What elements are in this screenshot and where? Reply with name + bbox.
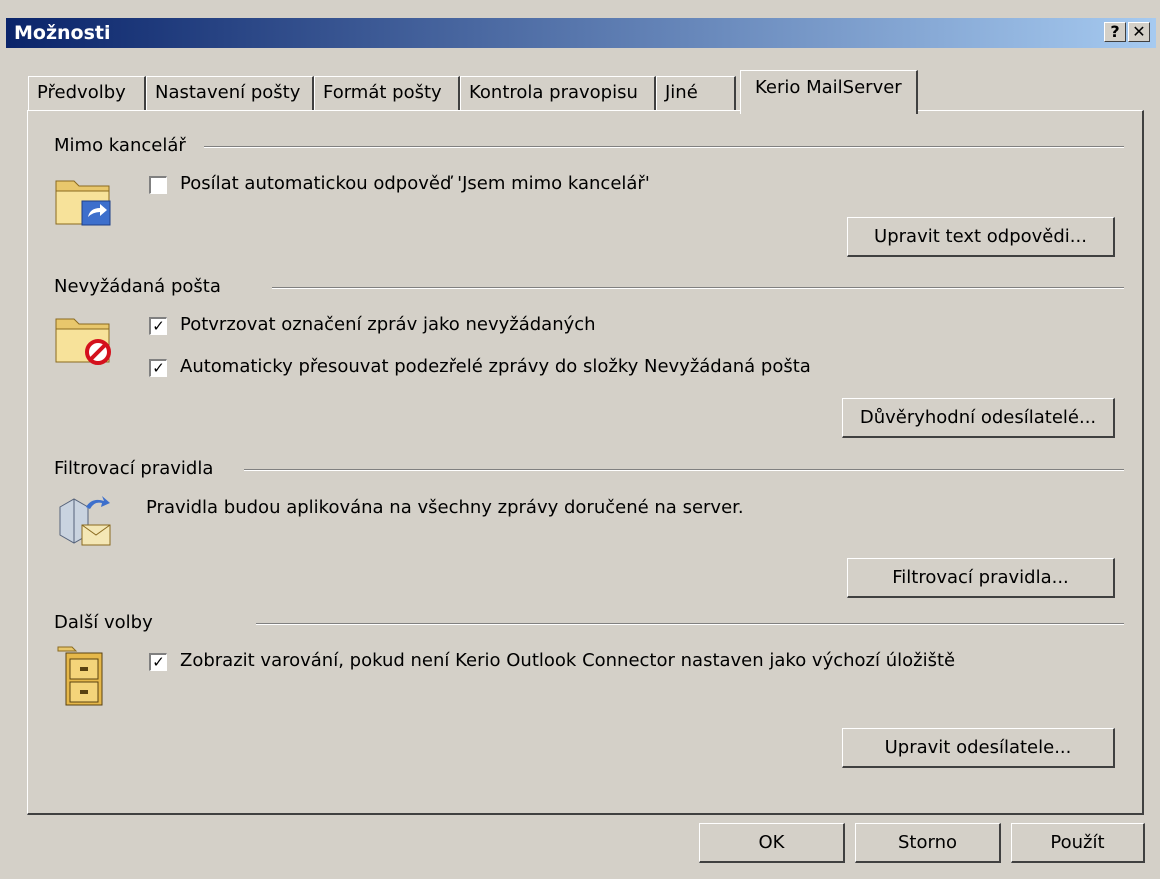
filter-rules-button[interactable]: Filtrovací pravidla... (847, 558, 1115, 598)
title-bar[interactable]: Možnosti ? ✕ (6, 18, 1156, 48)
window-title: Možnosti (14, 22, 111, 44)
help-button[interactable]: ? (1104, 22, 1126, 42)
section-title-out-of-office: Mimo kancelář (54, 135, 186, 156)
show-warning-checkbox[interactable]: ✓ (149, 653, 167, 671)
confirm-junk-label: Potvrzovat označení zpráv jako nevyžádan… (180, 314, 596, 335)
trusted-senders-button[interactable]: Důvěryhodní odesílatelé... (842, 398, 1115, 438)
edit-reply-text-button[interactable]: Upravit text odpovědi... (847, 217, 1115, 257)
section-divider (256, 623, 1124, 625)
tab-predvolby[interactable]: Předvolby (28, 76, 146, 110)
confirm-junk-checkbox[interactable]: ✓ (149, 317, 167, 335)
section-divider (272, 287, 1124, 289)
tab-kerio-mailserver[interactable]: Kerio MailServer (740, 70, 918, 114)
mail-rules-icon (59, 496, 111, 546)
tab-nastaveni-posty[interactable]: Nastavení pošty (146, 76, 314, 110)
ok-button[interactable]: OK (699, 823, 845, 863)
tab-jine[interactable]: Jiné (656, 76, 736, 110)
section-title-filter-rules: Filtrovací pravidla (54, 458, 214, 479)
auto-reply-checkbox[interactable] (149, 176, 167, 194)
cancel-button[interactable]: Storno (855, 823, 1001, 863)
tab-panel: Mimo kancelář Posílat automatickou odpov… (27, 110, 1144, 815)
move-suspicious-label: Automaticky přesouvat podezřelé zprávy d… (180, 356, 811, 377)
edit-senders-button[interactable]: Upravit odesílatele... (842, 728, 1115, 768)
tab-format-posty[interactable]: Formát pošty (314, 76, 460, 110)
section-title-junk-mail: Nevyžádaná pošta (54, 276, 221, 297)
close-button[interactable]: ✕ (1128, 22, 1150, 42)
folder-blocked-icon (55, 318, 111, 365)
section-divider (204, 146, 1124, 148)
file-cabinet-icon (57, 646, 103, 706)
folder-forward-icon (55, 180, 111, 226)
auto-reply-label: Posílat automatickou odpověď 'Jsem mimo … (180, 173, 650, 194)
options-dialog: Možnosti ? ✕ Předvolby Nastavení pošty F… (0, 0, 1160, 879)
apply-button[interactable]: Použít (1011, 823, 1145, 863)
move-suspicious-checkbox[interactable]: ✓ (149, 359, 167, 377)
filter-rules-description: Pravidla budou aplikována na všechny zpr… (146, 497, 744, 518)
show-warning-label: Zobrazit varování, pokud není Kerio Outl… (180, 650, 956, 671)
section-title-other-options: Další volby (54, 612, 153, 633)
tab-kontrola-pravopisu[interactable]: Kontrola pravopisu (460, 76, 656, 110)
section-divider (244, 469, 1124, 471)
